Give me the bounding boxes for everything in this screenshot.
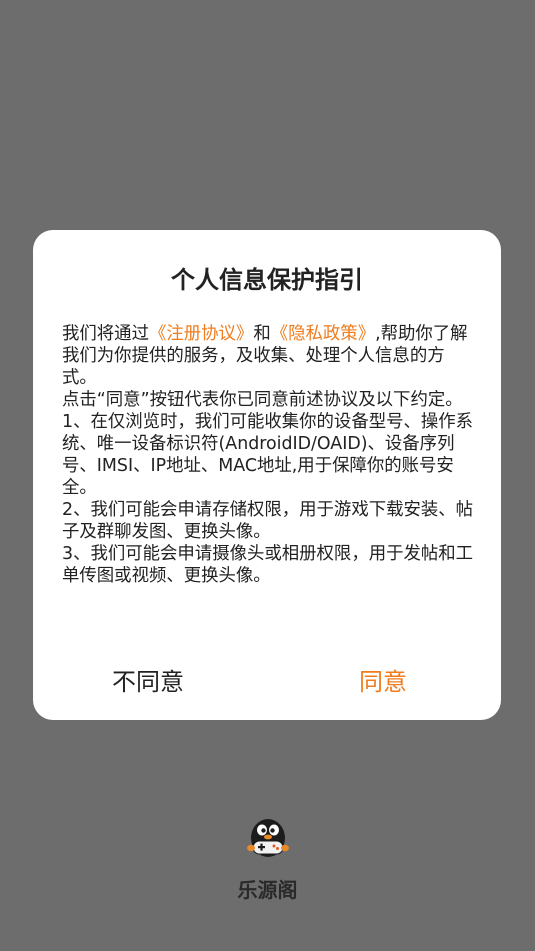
privacy-dialog: 个人信息保护指引 我们将通过《注册协议》和《隐私政策》,帮助你了解我们为你提供的… (33, 230, 501, 720)
intro-prefix: 我们将通过 (62, 324, 149, 344)
splash-screen: 个人信息保护指引 我们将通过《注册协议》和《隐私政策》,帮助你了解我们为你提供的… (0, 0, 535, 951)
and-word: 和 (253, 324, 271, 344)
clause-1: 1、在仅浏览时，我们可能收集你的设备型号、操作系统、唯一设备标识符(Androi… (62, 412, 474, 498)
privacy-link[interactable]: 《隐私政策》 (271, 324, 375, 344)
agree-button[interactable]: 同意 (359, 662, 407, 697)
clause-3: 3、我们可能会申请摄像头或相册权限，用于发帖和工单传图或视频、更换头像。 (62, 544, 474, 586)
intro-paragraph: 我们将通过《注册协议》和《隐私政策》,帮助你了解我们为你提供的服务，及收集、处理… (62, 323, 474, 389)
dialog-body: 我们将通过《注册协议》和《隐私政策》,帮助你了解我们为你提供的服务，及收集、处理… (62, 323, 474, 587)
disagree-button[interactable]: 不同意 (112, 662, 184, 697)
app-name: 乐源阁 (237, 878, 298, 902)
clause-2: 2、我们可能会申请存储权限，用于游戏下载安装、帖子及群聊发图、更换头像。 (62, 500, 474, 542)
penguin-gamepad-icon (245, 816, 291, 860)
dialog-title: 个人信息保护指引 (171, 266, 363, 294)
consent-note: 点击“同意”按钮代表你已同意前述协议及以下约定。 (62, 390, 463, 410)
terms-link[interactable]: 《注册协议》 (149, 324, 253, 344)
